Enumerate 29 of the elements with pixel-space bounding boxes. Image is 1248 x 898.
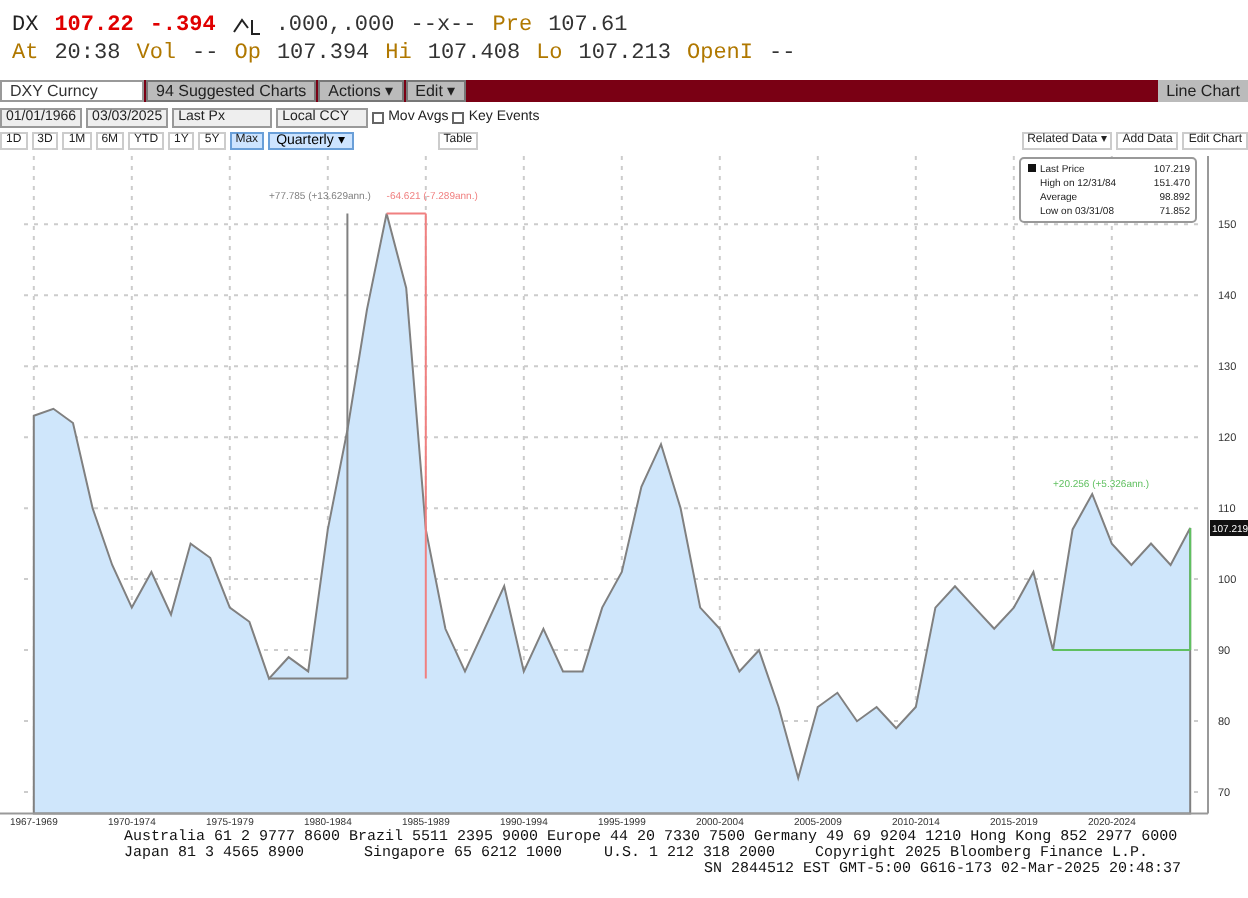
quote-label: At — [12, 42, 39, 66]
quote-value: -- — [192, 42, 219, 66]
trend-icon — [231, 16, 260, 36]
quote-value: -- — [769, 42, 796, 66]
ticker: DX — [12, 14, 39, 38]
price: 107.22 — [54, 14, 134, 38]
legend-swatch — [1028, 164, 1036, 172]
security-field[interactable]: DXY Curncy — [0, 80, 144, 102]
quote-label: Op — [234, 42, 261, 66]
bid-ask: .000,.000 — [275, 14, 395, 38]
menu-button[interactable]: Edit ▾ — [405, 80, 466, 102]
menu-button[interactable]: Actions ▾ — [318, 80, 404, 102]
quote-value: 107.408 — [427, 42, 521, 66]
quote-value: 107.213 — [578, 42, 671, 66]
chart-type-button[interactable]: Line Chart — [1158, 80, 1248, 102]
quote-value: 20:38 — [54, 42, 121, 66]
quote-label: Lo — [536, 42, 563, 66]
pre-label: Pre — [492, 14, 533, 38]
checkbox[interactable] — [452, 111, 465, 123]
menu-button[interactable]: 94 Suggested Charts — [146, 80, 317, 102]
quote-label: Hi — [385, 42, 412, 66]
pre-value: 107.61 — [548, 14, 628, 38]
price-change: -.394 — [149, 14, 216, 38]
measure-drawing — [1052, 527, 1192, 652]
bid-ask-size: --x-- — [410, 14, 477, 38]
quote-label: Vol — [136, 42, 177, 66]
quote-value: 107.394 — [276, 42, 370, 66]
checkbox[interactable] — [372, 111, 385, 123]
quote-label: OpenI — [687, 42, 754, 66]
